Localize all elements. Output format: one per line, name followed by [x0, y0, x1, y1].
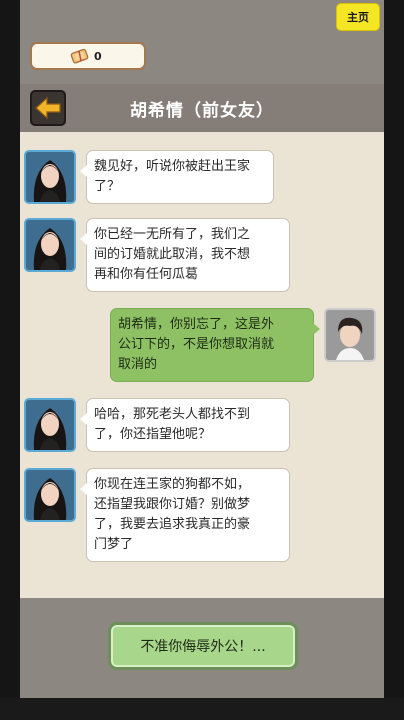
system-nav-bar: [0, 698, 404, 720]
chat-header: 胡希情（前女友）: [20, 84, 384, 132]
chat-message: 你现在连王家的狗都不如， 还指望我跟你订婚？别做梦 了，我要去追求我真正的豪 门…: [24, 468, 290, 562]
girl-portrait: [26, 152, 74, 202]
currency-value: 0: [94, 49, 102, 63]
currency-counter: 0: [30, 42, 146, 70]
message-bubble: 哈哈，那死老头人都找不到 了，你还指望他呢？: [80, 398, 290, 452]
chat-message: 胡希情，你别忘了，这是外 公订下的，不是你想取消就 取消的: [110, 308, 376, 382]
chat-panel: 胡希情（前女友） 魏见好，听说你被赶出王家 了？ 你已经一无所有了，我们之 间的…: [20, 84, 384, 598]
message-bubble: 你已经一无所有了，我们之 间的订婚就此取消，我不想 再和你有任何瓜葛: [80, 218, 290, 292]
chat-message: 魏见好，听说你被赶出王家 了？: [24, 150, 274, 204]
chat-message: 哈哈，那死老头人都找不到 了，你还指望他呢？: [24, 398, 290, 452]
player-portrait: [326, 310, 374, 360]
message-bubble: 你现在连王家的狗都不如， 还指望我跟你订婚？别做梦 了，我要去追求我真正的豪 门…: [80, 468, 290, 562]
girl-avatar: [24, 468, 76, 522]
girl-portrait: [26, 470, 74, 520]
girl-portrait: [26, 220, 74, 270]
right-letterbox: [384, 0, 404, 698]
left-letterbox: [0, 0, 20, 698]
player-avatar: [324, 308, 376, 362]
girl-portrait: [26, 400, 74, 450]
chat-message: 你已经一无所有了，我们之 间的订婚就此取消，我不想 再和你有任何瓜葛: [24, 218, 290, 292]
chat-title: 胡希情（前女友）: [130, 101, 274, 121]
girl-avatar: [24, 218, 76, 272]
choice-bar: 不准你侮辱外公！...: [20, 598, 384, 698]
girl-avatar: [24, 398, 76, 452]
message-bubble: 魏见好，听说你被赶出王家 了？: [80, 150, 274, 204]
game-screen: 主页 0 胡希情（前女友） 魏见好，听说你被赶出王家 了？ 你已经一无所有了，我…: [20, 0, 384, 698]
reply-choice-button[interactable]: 不准你侮辱外公！...: [108, 622, 298, 670]
message-bubble: 胡希情，你别忘了，这是外 公订下的，不是你想取消就 取消的: [110, 308, 320, 382]
girl-avatar: [24, 150, 76, 204]
ticket-icon: [70, 48, 89, 64]
home-button[interactable]: 主页: [336, 3, 380, 31]
